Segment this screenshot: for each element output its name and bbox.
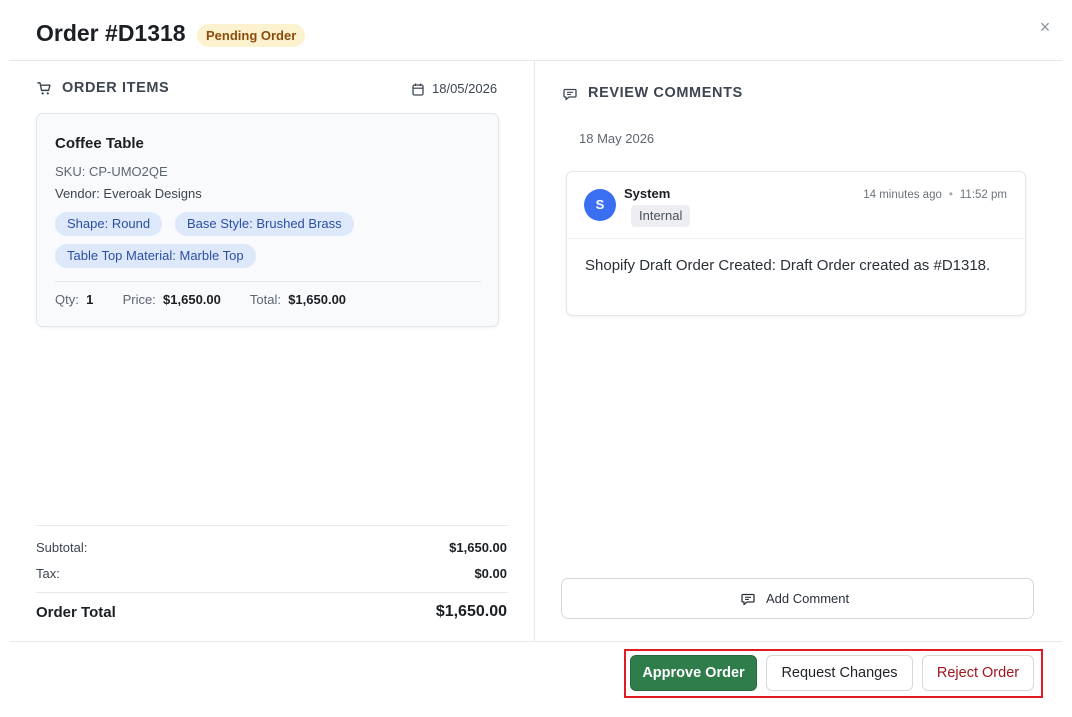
separator-dot: • [948,189,953,201]
status-badge: Pending Order [197,24,306,47]
add-comment-button[interactable]: Add Comment [561,578,1034,619]
subtotal-value: $1,650.00 [449,540,507,555]
comment-author: System [624,186,671,201]
footer-divider [9,641,1062,642]
close-icon: × [1039,17,1051,37]
cart-icon [37,82,51,95]
card-divider [55,281,481,282]
tax-label: Tax: [36,566,60,581]
price-label: Price: [122,292,156,307]
close-button[interactable]: × [1035,16,1055,38]
option-chip: Base Style: Brushed Brass [175,212,354,236]
review-comments-heading: REVIEW COMMENTS [588,85,743,101]
order-date: 18/05/2026 [432,81,498,96]
modal-header: Order #D1318 Pending Order × [0,0,1072,61]
add-comment-label: Add Comment [766,591,850,606]
comment-date-group: 18 May 2026 [579,131,655,146]
comment-card: S System Internal 14 minutes ago • 11:52 p… [566,171,1026,316]
tax-value: $0.00 [474,566,507,581]
order-modal: Order #D1318 Pending Order × ORDER ITEMS… [0,0,1072,717]
item-vendor: Vendor: Everoak Designs [55,186,202,201]
avatar: S [584,189,616,221]
grand-total-divider [36,592,508,593]
price-value: $1,650.00 [163,292,221,307]
approve-order-button[interactable]: Approve Order [630,655,757,691]
order-items-heading: ORDER ITEMS [62,80,170,96]
order-item-card: Coffee Table SKU: CP-UMO2QE Vendor: Ever… [36,113,499,327]
comment-time: 11:52 pm [959,189,1007,201]
option-chip: Shape: Round [55,212,163,236]
reject-order-button[interactable]: Reject Order [922,655,1034,691]
comment-divider [567,238,1025,239]
qty-value: 1 [86,292,94,307]
calendar-icon [412,83,424,96]
item-name: Coffee Table [55,135,144,152]
comment-body: Shopify Draft Order Created: Draft Order… [585,257,991,274]
totals-divider [36,525,508,526]
subtotal-label: Subtotal: [36,540,88,555]
item-pricing-row: Qty: 1 Price: $1,650.00 Total: $1,650.00 [55,292,346,307]
request-changes-button[interactable]: Request Changes [766,655,913,691]
item-sku: SKU: CP-UMO2QE [55,164,168,179]
comment-meta: 14 minutes ago • 11:52 pm [863,189,1007,201]
option-chip: Table Top Material: Marble Top [55,244,256,268]
order-title: Order #D1318 [36,20,186,46]
internal-tag: Internal [631,205,691,227]
comment-relative-time: 14 minutes ago [863,189,942,201]
header-divider [9,60,1062,61]
comment-icon [563,88,577,101]
comment-icon [741,593,755,606]
total-value: $1,650.00 [288,292,347,307]
total-label: Total: [249,292,281,307]
qty-label: Qty: [55,292,79,307]
column-divider [534,61,535,641]
order-total-label: Order Total [36,604,116,621]
order-total-value: $1,650.00 [435,603,507,620]
